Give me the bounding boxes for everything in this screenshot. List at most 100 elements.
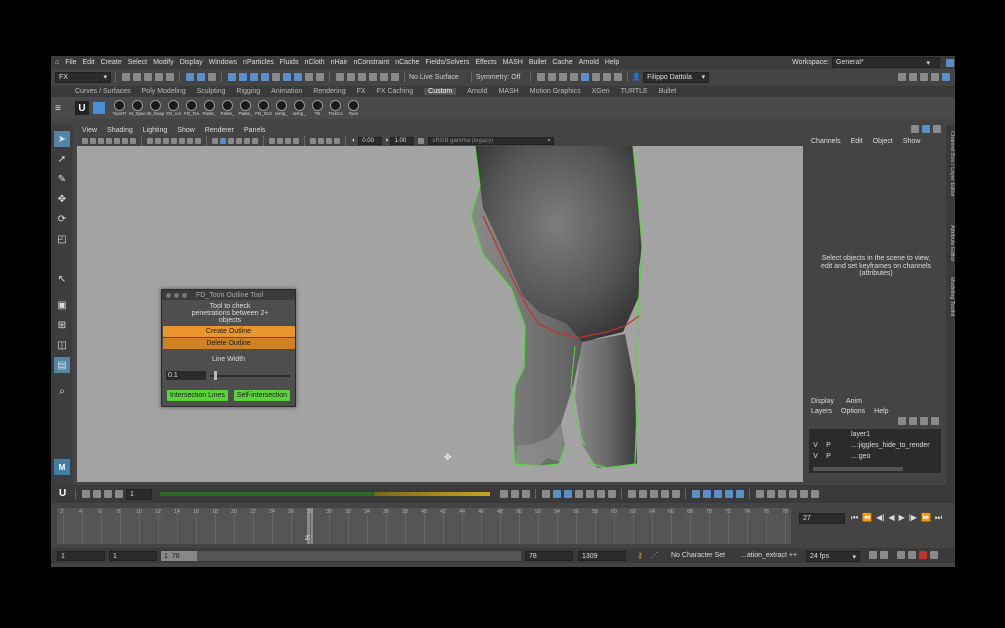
shelf-button-fd-col[interactable]: FD_col [165, 100, 182, 116]
grease-pencil-icon[interactable] [130, 137, 136, 144]
layer-playback[interactable]: P [822, 453, 835, 460]
curve-icon[interactable] [499, 490, 508, 498]
shelf-button-fd-gui[interactable]: FD_GUI [255, 100, 272, 116]
lasso-tool-icon[interactable]: ➚ [54, 151, 70, 167]
tool-icon[interactable] [638, 490, 647, 498]
tool-icon[interactable] [724, 490, 733, 498]
playback-start-field[interactable]: 1 [109, 551, 157, 561]
layer-row[interactable]: layer1 [809, 429, 941, 440]
shelf-button-temp[interactable]: temp_ [273, 100, 290, 116]
anti-alias-icon[interactable] [285, 137, 291, 144]
intersection-lines-button[interactable]: Intersection Lines [167, 390, 228, 401]
mask-icon[interactable] [227, 73, 236, 81]
shelf-button-paste[interactable]: Paste_ [219, 100, 236, 116]
panel-menu-view[interactable]: View [82, 127, 97, 134]
shelf-button-paste[interactable]: Paste_ [201, 100, 218, 116]
cb-menu-edit[interactable]: Edit [851, 138, 863, 145]
curve-icon[interactable] [510, 490, 519, 498]
animation-start-field[interactable]: 1 [57, 551, 105, 561]
motion-blur-icon[interactable] [277, 137, 283, 144]
menu-create[interactable]: Create [101, 59, 122, 66]
channel-box-toggle-icon[interactable] [941, 73, 950, 81]
key-icon[interactable] [81, 490, 90, 498]
tab-anim[interactable]: Anim [846, 398, 862, 405]
layer-menu-help[interactable]: Help [874, 408, 888, 415]
shelf-tab-fx[interactable]: FX [357, 88, 366, 95]
shelf-button-trckco[interactable]: TrckCo [327, 100, 344, 116]
shelf-tab-xgen[interactable]: XGen [592, 88, 610, 95]
tool-icon[interactable] [713, 490, 722, 498]
mask-icon[interactable] [293, 73, 302, 81]
minimize-icon[interactable] [174, 292, 179, 298]
render-icon[interactable] [536, 73, 545, 81]
menu-ncache[interactable]: nCache [395, 59, 419, 66]
xray-icon[interactable] [318, 137, 324, 144]
layer-down-icon[interactable] [908, 417, 917, 425]
highlight-icon[interactable] [315, 73, 324, 81]
tool-icon[interactable] [766, 490, 775, 498]
menu-edit[interactable]: Edit [83, 59, 95, 66]
bookmark-icon[interactable] [106, 137, 112, 144]
shelf-tab-rendering[interactable]: Rendering [313, 88, 345, 95]
menu-fields-solvers[interactable]: Fields/Solvers [425, 59, 469, 66]
symmetry-dropdown[interactable]: Symmetry: Off [476, 74, 521, 81]
playback-end-field[interactable]: 78 [525, 551, 573, 561]
menu-file[interactable]: File [65, 59, 76, 66]
home-icon[interactable]: ⌂ [55, 59, 59, 66]
layer-scrollbar[interactable] [813, 467, 903, 471]
undo-icon[interactable] [154, 73, 163, 81]
gate-mask-icon[interactable] [171, 137, 177, 144]
shelf-tab-turtle[interactable]: TURTLE [621, 88, 648, 95]
line-width-field[interactable]: 0.1 [166, 371, 206, 380]
xray-joints-icon[interactable] [326, 137, 332, 144]
play-forwards-icon[interactable]: ▶ [899, 513, 905, 523]
menu-select[interactable]: Select [128, 59, 147, 66]
current-frame-field[interactable]: 27 [799, 513, 845, 524]
camera-icon[interactable] [90, 137, 96, 144]
layer-row[interactable]: V P ...:geo [809, 451, 941, 462]
search-icon[interactable]: ⌕ [54, 383, 70, 399]
color-management-icon[interactable] [418, 137, 425, 144]
shelf-menu-icon[interactable]: ≡ [55, 103, 61, 114]
user-dropdown[interactable]: Filippo Dattola ▾ [643, 71, 710, 83]
menu-nparticles[interactable]: nParticles [243, 59, 274, 66]
menu-arnold[interactable]: Arnold [579, 59, 599, 66]
side-tab-attribute-editor[interactable]: Attribute Editor [946, 225, 955, 261]
tab-display[interactable]: Display [811, 398, 834, 405]
panel-menu-lighting[interactable]: Lighting [143, 127, 168, 134]
dialog-titlebar[interactable]: FD_Toon Outline Tool [162, 290, 295, 300]
layer-visibility[interactable]: V [809, 453, 822, 460]
safe-action-icon[interactable] [187, 137, 193, 144]
tool-icon[interactable] [649, 490, 658, 498]
tool-icon[interactable] [607, 490, 616, 498]
stop-icon[interactable] [613, 73, 622, 81]
resolution-gate-icon[interactable] [163, 137, 169, 144]
animation-end-field[interactable]: 1309 [578, 551, 626, 561]
menu-nconstraint[interactable]: nConstraint [353, 59, 389, 66]
shelf-button-toon[interactable]: Toon [345, 100, 362, 116]
2d-pan-icon[interactable] [122, 137, 128, 144]
side-tab-modeling-toolkit[interactable]: Modeling Toolkit [946, 277, 955, 316]
shelf-tab-motion-graphics[interactable]: Motion Graphics [530, 88, 581, 95]
safe-title-icon[interactable] [195, 137, 201, 144]
shelf-button-toon[interactable]: ToonTr [111, 100, 128, 116]
menu-bullet[interactable]: Bullet [529, 59, 547, 66]
save-scene-icon[interactable] [143, 73, 152, 81]
mask-icon[interactable] [249, 73, 258, 81]
close-icon[interactable] [166, 292, 171, 298]
layer-up-icon[interactable] [897, 417, 906, 425]
tool-icon[interactable] [541, 490, 550, 498]
shelf-button-te[interactable]: TE [309, 100, 326, 116]
record-icon[interactable] [919, 551, 927, 559]
loop-icon[interactable] [868, 551, 877, 559]
maximize-icon[interactable] [182, 292, 187, 298]
shelf-tab-sculpting[interactable]: Sculpting [197, 88, 226, 95]
tool-icon[interactable] [596, 490, 605, 498]
layout-icon[interactable] [930, 73, 939, 81]
key-icon[interactable] [103, 490, 112, 498]
cache-icon[interactable] [879, 551, 888, 559]
tool-icon[interactable] [691, 490, 700, 498]
camera-icon[interactable] [82, 137, 88, 144]
menu-nhair[interactable]: nHair [331, 59, 348, 66]
u-logo-icon[interactable]: U [75, 101, 89, 115]
